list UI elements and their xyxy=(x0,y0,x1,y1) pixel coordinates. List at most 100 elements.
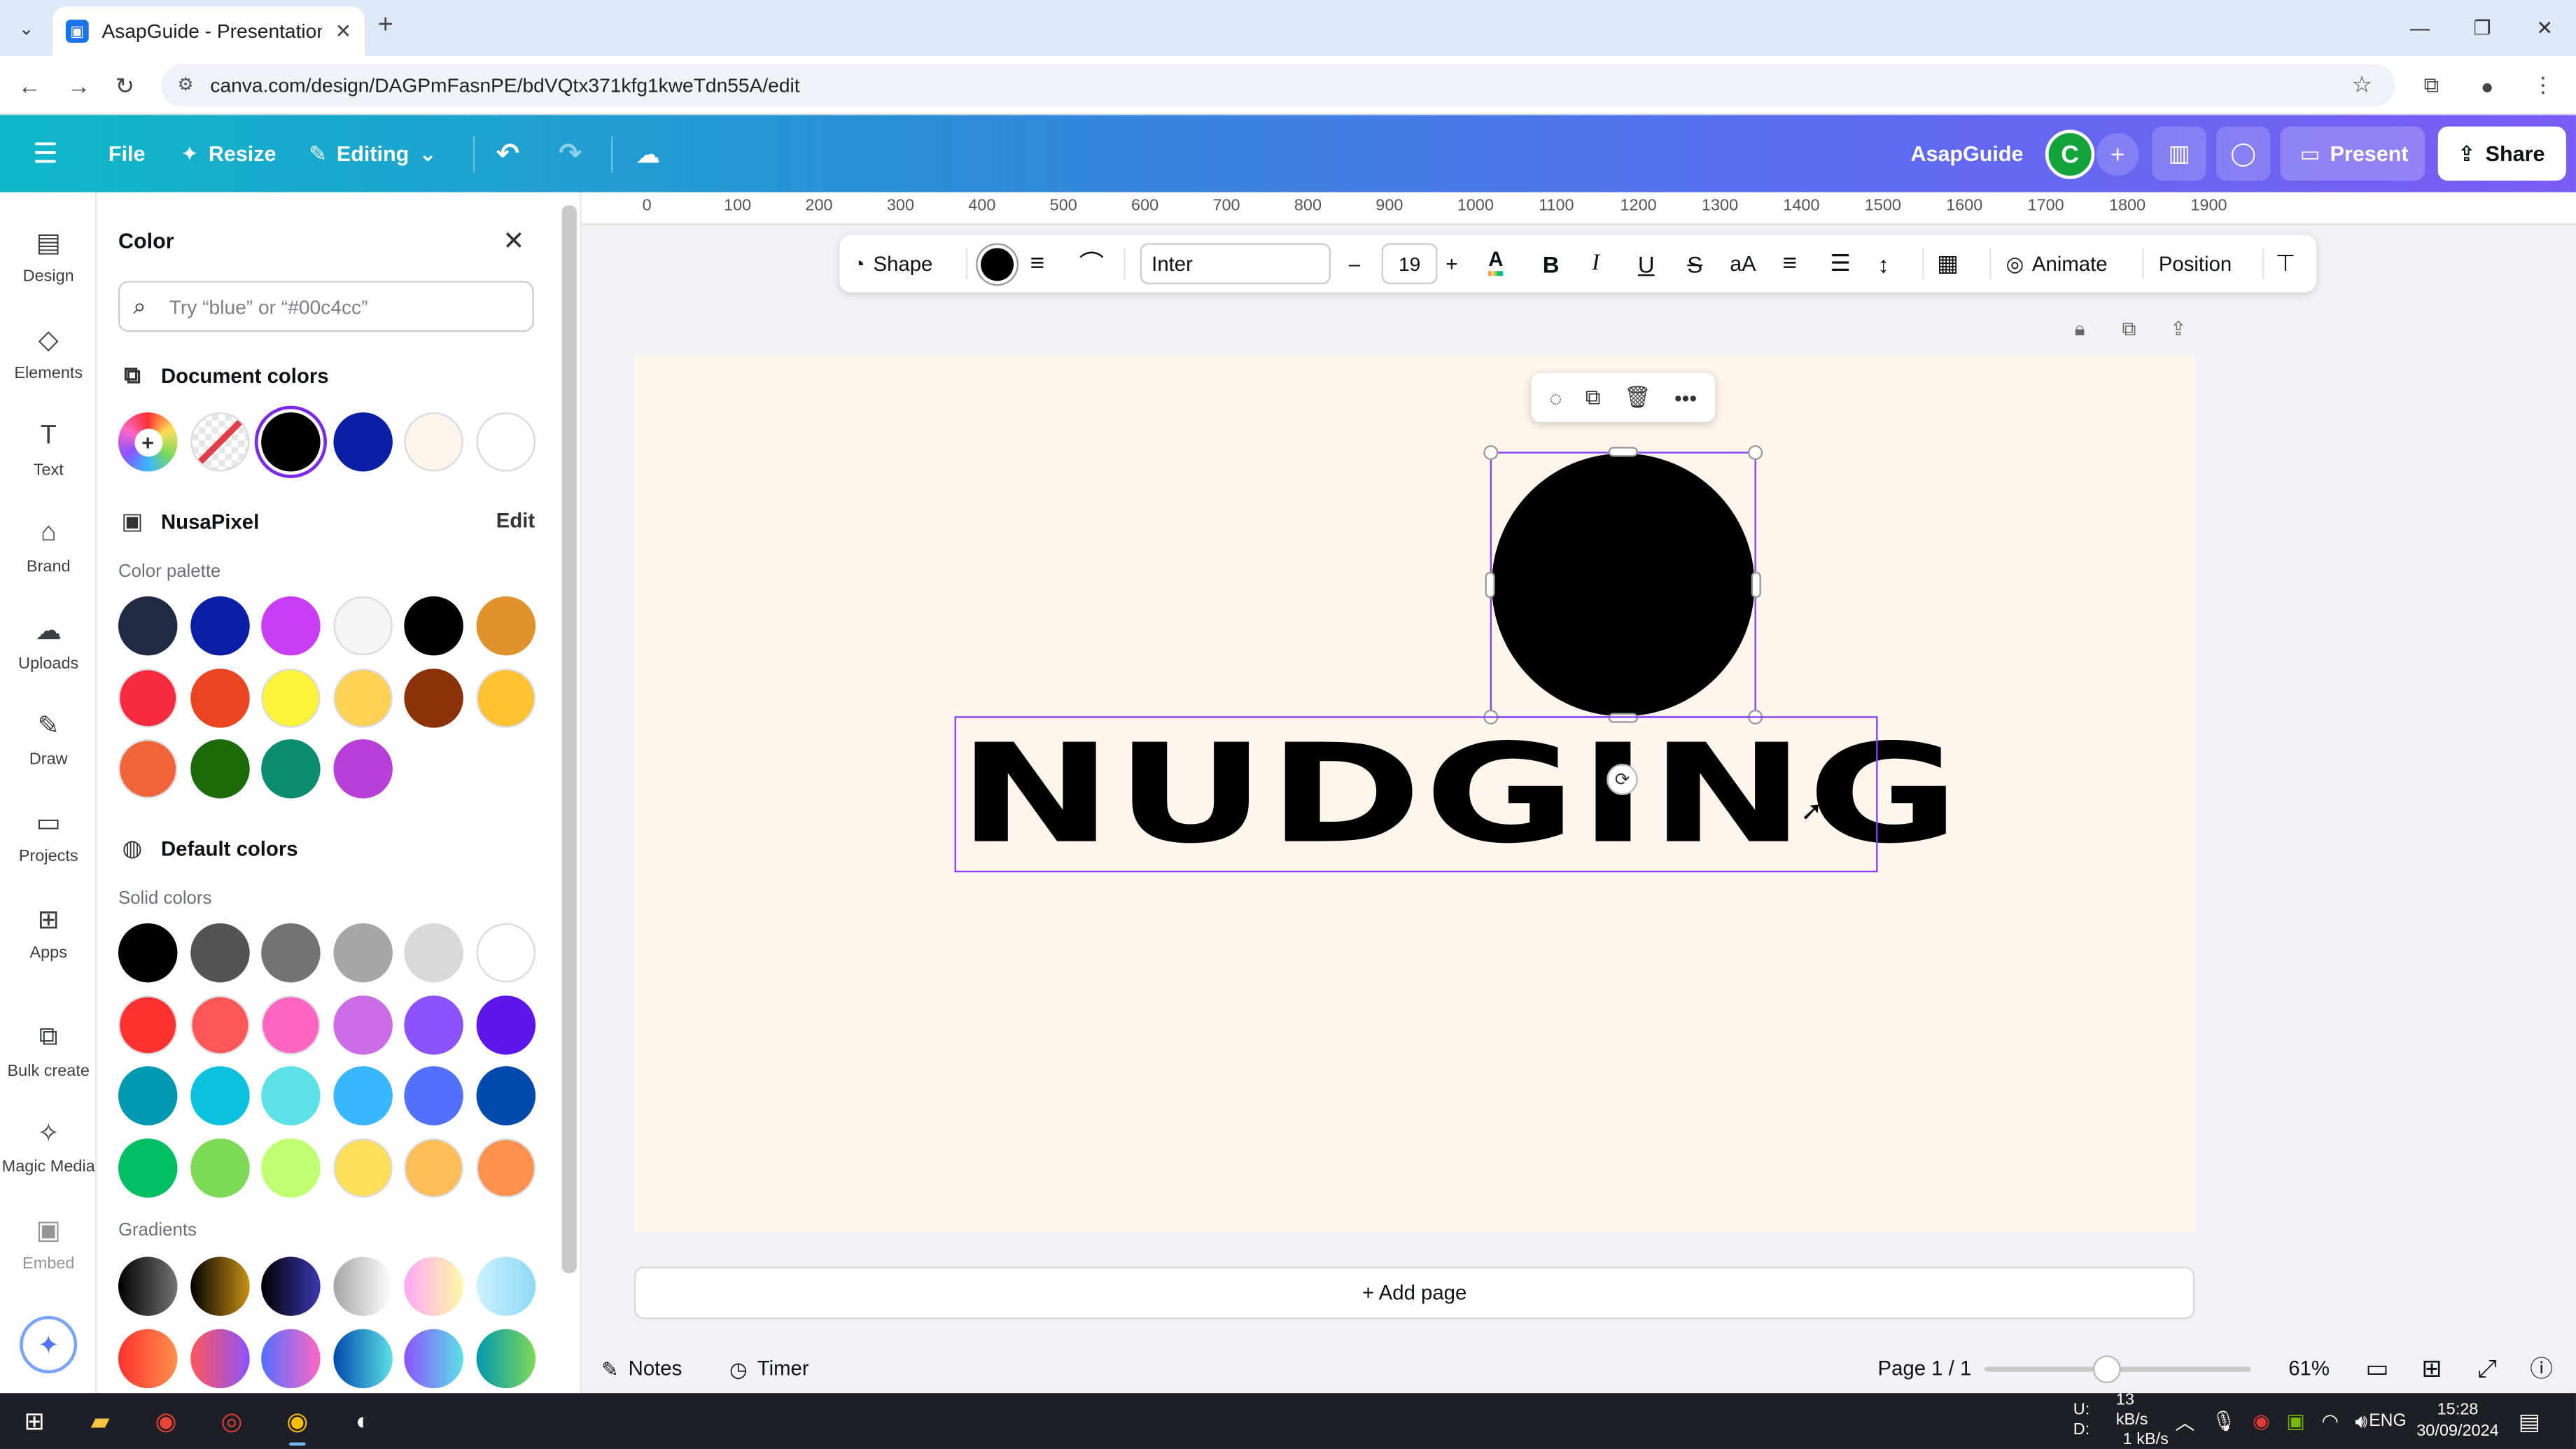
solid-color-swatch[interactable] xyxy=(261,923,321,983)
language-indicator[interactable]: ENG xyxy=(2369,1393,2406,1449)
tray-overflow-icon[interactable]: ︿ xyxy=(2175,1407,2194,1435)
palette-color-swatch[interactable] xyxy=(333,739,393,799)
resize-handle[interactable] xyxy=(1748,445,1763,461)
gradient-swatch[interactable] xyxy=(118,1256,178,1316)
panel-scrollbar[interactable] xyxy=(561,205,577,1273)
document-color-swatch[interactable] xyxy=(261,412,321,472)
url-field[interactable]: ⚙ canva.com/design/DAGPmFasnPE/bdVQtx371… xyxy=(160,64,2395,107)
spacing-icon[interactable]: ↕ xyxy=(1878,235,1889,293)
rail-item-bulk-create[interactable]: ⧉ Bulk create xyxy=(0,1020,97,1081)
solid-color-swatch[interactable] xyxy=(476,923,536,983)
fill-color-button[interactable] xyxy=(981,235,1014,293)
window-close-icon[interactable]: ✕ xyxy=(2514,0,2576,56)
gradient-swatch[interactable] xyxy=(404,1256,463,1316)
comments-icon[interactable]: ◯ xyxy=(2216,126,2271,181)
duplicate-icon[interactable]: ⧉ xyxy=(1586,384,1601,411)
browser-menu-icon[interactable]: ⋮ xyxy=(2527,69,2560,102)
add-collaborator-icon[interactable]: + xyxy=(2096,133,2139,176)
palette-color-swatch[interactable] xyxy=(333,668,393,727)
font-size-increase-icon[interactable]: + xyxy=(1446,235,1457,293)
close-icon[interactable]: ✕ xyxy=(503,225,524,258)
palette-color-swatch[interactable] xyxy=(333,596,393,656)
shape-button[interactable]: ◔ Shape xyxy=(853,235,932,293)
fullscreen-icon[interactable]: ⤢ xyxy=(2477,1344,2497,1393)
solid-color-swatch[interactable] xyxy=(118,1138,178,1197)
palette-color-swatch[interactable] xyxy=(190,668,250,727)
palette-color-swatch[interactable] xyxy=(190,739,250,799)
solid-color-swatch[interactable] xyxy=(118,995,178,1054)
bold-icon[interactable]: B xyxy=(1543,235,1560,293)
page-view-icon[interactable]: ▭ xyxy=(2366,1344,2389,1393)
share-button[interactable]: ⇪ Share xyxy=(2437,126,2566,181)
browser-tab[interactable]: ▣ AsapGuide - Presentation ✕ xyxy=(52,6,365,56)
solid-color-swatch[interactable] xyxy=(476,1138,536,1197)
italic-icon[interactable]: I xyxy=(1592,235,1600,293)
gradient-swatch[interactable] xyxy=(404,1328,463,1387)
solid-color-swatch[interactable] xyxy=(333,1066,393,1126)
gradient-swatch[interactable] xyxy=(261,1256,321,1316)
minimize-icon[interactable]: — xyxy=(2388,0,2451,56)
solid-color-swatch[interactable] xyxy=(118,1066,178,1126)
more-icon[interactable]: ••• xyxy=(1674,385,1697,410)
solid-color-swatch[interactable] xyxy=(476,995,536,1054)
add-page-icon[interactable]: ⇪ xyxy=(2165,316,2192,342)
solid-color-swatch[interactable] xyxy=(404,1066,463,1126)
rail-item-design[interactable]: ▤ Design xyxy=(0,225,97,286)
page-indicator[interactable]: Page 1 / 1 xyxy=(1878,1344,1972,1393)
obs-icon[interactable]: ◐ xyxy=(342,1401,384,1441)
palette-color-swatch[interactable] xyxy=(118,739,178,799)
rail-item-elements[interactable]: ◇ Elements xyxy=(0,322,97,383)
avatar[interactable]: C xyxy=(2045,130,2095,179)
site-info-icon[interactable]: ⚙ xyxy=(177,74,193,95)
tab-search-icon[interactable]: ⌄ xyxy=(10,11,43,44)
lock-icon[interactable]: 🔒︎ xyxy=(2066,316,2093,342)
edit-brand-button[interactable]: Edit xyxy=(496,510,535,533)
solid-color-swatch[interactable] xyxy=(404,1138,463,1197)
color-search-input[interactable]: ⌕ Try “blue” or “#00c4cc” xyxy=(118,281,534,332)
palette-color-swatch[interactable] xyxy=(118,596,178,656)
magic-assistant-icon[interactable]: ✦ xyxy=(20,1315,78,1374)
record-tray-icon[interactable]: ◉ xyxy=(2253,1410,2270,1433)
solid-color-swatch[interactable] xyxy=(261,1138,321,1197)
document-color-swatch[interactable] xyxy=(333,412,393,472)
list-icon[interactable]: ☰ xyxy=(1830,235,1850,293)
comment-add-icon[interactable]: ◌ xyxy=(1549,385,1562,410)
resize-handle[interactable] xyxy=(1751,571,1761,598)
timer-button[interactable]: ◷ Timer xyxy=(729,1344,809,1393)
animate-button[interactable]: ◎ Animate xyxy=(2006,235,2108,293)
underline-icon[interactable]: U xyxy=(1638,235,1655,293)
team-name[interactable]: AsapGuide xyxy=(1910,115,2023,192)
add-color-button[interactable]: + xyxy=(118,412,178,472)
rail-item-draw[interactable]: ✎ Draw xyxy=(0,708,97,769)
solid-color-swatch[interactable] xyxy=(190,1138,250,1197)
document-color-swatch[interactable] xyxy=(476,412,536,472)
solid-color-swatch[interactable] xyxy=(261,1066,321,1126)
resize-handle[interactable] xyxy=(1608,447,1638,457)
restore-icon[interactable]: ❐ xyxy=(2451,0,2514,56)
rotate-icon[interactable]: ⟳ xyxy=(1606,764,1638,795)
chrome-active-icon[interactable]: ◉ xyxy=(276,1401,318,1446)
palette-color-swatch[interactable] xyxy=(404,596,463,656)
chrome-icon[interactable]: ◉ xyxy=(145,1401,188,1441)
gradient-swatch[interactable] xyxy=(190,1328,250,1387)
solid-color-swatch[interactable] xyxy=(333,1138,393,1197)
rail-item-text[interactable]: T Text xyxy=(0,419,97,479)
cloud-save-icon[interactable]: ☁ xyxy=(636,115,660,192)
add-page-button[interactable]: + Add page xyxy=(634,1266,2195,1320)
solid-color-swatch[interactable] xyxy=(404,995,463,1054)
solid-color-swatch[interactable] xyxy=(333,995,393,1054)
solid-color-swatch[interactable] xyxy=(333,923,393,983)
rail-item-brand[interactable]: ⌂ Brand xyxy=(0,516,97,577)
solid-color-swatch[interactable] xyxy=(190,923,250,983)
extensions-icon[interactable]: ⧉ xyxy=(2415,69,2448,102)
gradient-swatch[interactable] xyxy=(476,1256,536,1316)
delete-icon[interactable]: 🗑︎ xyxy=(1624,384,1651,411)
solid-color-swatch[interactable] xyxy=(190,1066,250,1126)
copy-style-icon[interactable]: ⊤ xyxy=(2275,235,2295,293)
rail-item-projects[interactable]: ▭ Projects xyxy=(0,805,97,866)
gradient-swatch[interactable] xyxy=(118,1328,178,1387)
rail-item-magic-media[interactable]: ✧ Magic Media xyxy=(0,1116,97,1177)
grid-view-icon[interactable]: ⊞ xyxy=(2421,1344,2442,1393)
palette-color-swatch[interactable] xyxy=(118,668,178,727)
editing-dropdown[interactable]: ✎ Editing ⌄ xyxy=(309,115,437,192)
